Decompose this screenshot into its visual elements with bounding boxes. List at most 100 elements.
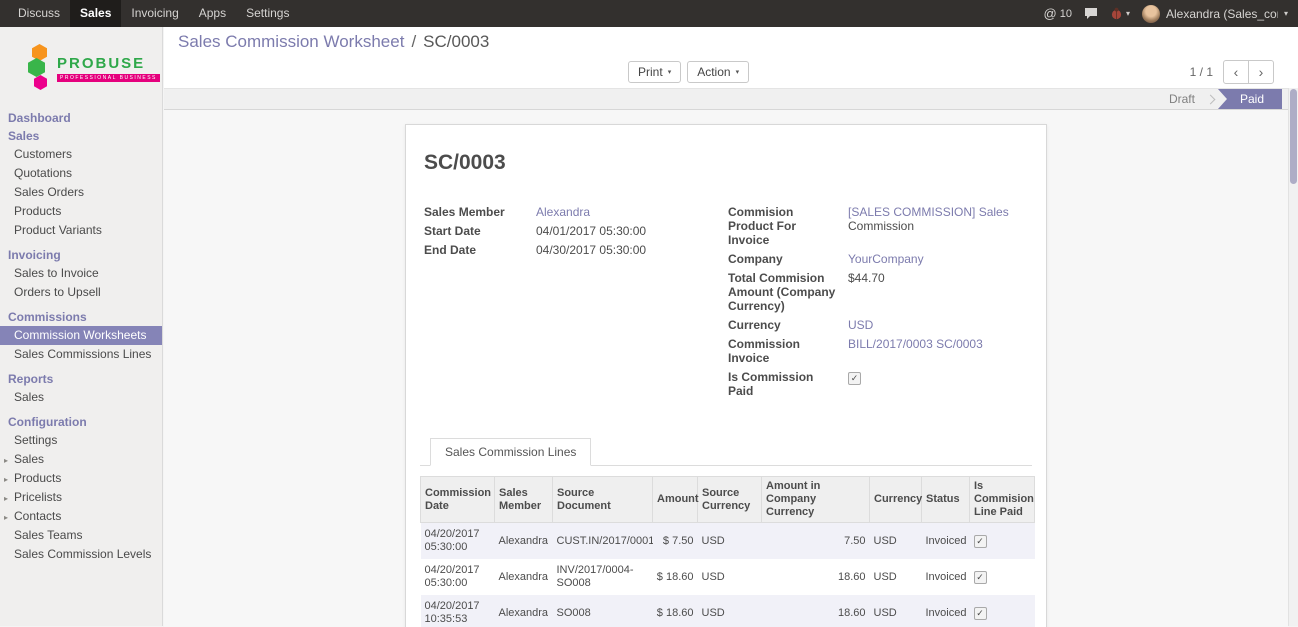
systray-bug-button[interactable]: ▾ [1110, 7, 1130, 20]
logo-hexagons-icon [28, 43, 50, 93]
sidebar-heading-commissions[interactable]: Commissions [0, 308, 162, 326]
logo-subtitle: PROFESSIONAL BUSINESS [57, 74, 160, 82]
mention-icon: @ [1044, 6, 1057, 21]
currency-link[interactable]: USD [848, 318, 873, 332]
company-link[interactable]: YourCompany [848, 252, 924, 266]
is-commission-paid-checkbox[interactable]: ✓ [848, 372, 861, 385]
table-row[interactable]: 04/20/2017 05:30:00 Alexandra INV/2017/0… [421, 559, 1035, 595]
expand-arrow-icon: ▸ [4, 491, 8, 506]
form-sheet: SC/0003 Sales Member Alexandra Start Dat… [405, 124, 1047, 627]
mentions-button[interactable]: @ 10 [1044, 6, 1072, 21]
caret-icon: ▾ [736, 68, 740, 76]
sidebar-item-config-contacts[interactable]: ▸Contacts [0, 507, 162, 526]
expand-arrow-icon: ▸ [4, 453, 8, 468]
sales-member-link[interactable]: Alexandra [536, 205, 590, 219]
menu-discuss[interactable]: Discuss [8, 0, 70, 27]
topbar-spacer [299, 0, 1043, 27]
menu-apps[interactable]: Apps [189, 0, 236, 27]
sidebar-item-settings[interactable]: Settings [0, 431, 162, 450]
field-company: Company YourCompany [728, 252, 1032, 266]
field-commission-invoice: Commission Invoice BILL/2017/0003 SC/000… [728, 337, 1032, 365]
tab-sales-commission-lines[interactable]: Sales Commission Lines [430, 438, 591, 466]
sidebar-item-quotations[interactable]: Quotations [0, 164, 162, 183]
sidebar-nav: Dashboard Sales Customers Quotations Sal… [0, 105, 162, 564]
user-name: Alexandra (Sales_comm... [1166, 7, 1278, 21]
stage-draft[interactable]: Draft [1153, 89, 1211, 109]
field-currency: Currency USD [728, 318, 1032, 332]
control-panel: Print ▾ Action ▾ 1 / 1 ‹ › [164, 57, 1298, 88]
column-header-amount[interactable]: Amount [653, 477, 698, 523]
line-paid-checkbox[interactable]: ✓ [974, 571, 987, 584]
column-header-sales-member[interactable]: Sales Member [495, 477, 553, 523]
sidebar-item-config-sales[interactable]: ▸Sales [0, 450, 162, 469]
sidebar-heading-sales[interactable]: Sales [0, 127, 162, 145]
column-header-status[interactable]: Status [922, 477, 970, 523]
sidebar-item-product-variants[interactable]: Product Variants [0, 221, 162, 240]
line-paid-checkbox[interactable]: ✓ [974, 607, 987, 620]
sidebar-item-reports-sales[interactable]: Sales [0, 388, 162, 407]
sidebar-item-sales-commissions-lines[interactable]: Sales Commissions Lines [0, 345, 162, 364]
expand-arrow-icon: ▸ [4, 472, 8, 487]
field-is-commission-paid: Is Commission Paid ✓ [728, 370, 1032, 398]
breadcrumb-parent-link[interactable]: Sales Commission Worksheet [178, 32, 404, 52]
table-row[interactable]: 04/20/2017 10:35:53 Alexandra SO008 $ 18… [421, 595, 1035, 627]
sidebar-item-products[interactable]: Products [0, 202, 162, 221]
column-header-source-currency[interactable]: Source Currency [698, 477, 762, 523]
app-logo: PROBUSE PROFESSIONAL BUSINESS [0, 27, 162, 105]
sidebar-item-sales-to-invoice[interactable]: Sales to Invoice [0, 264, 162, 283]
sidebar-heading-dashboard[interactable]: Dashboard [0, 109, 162, 127]
pager-counter: 1 / 1 [1190, 65, 1213, 79]
sidebar-item-config-products[interactable]: ▸Products [0, 469, 162, 488]
sidebar-item-sales-commission-levels[interactable]: Sales Commission Levels [0, 545, 162, 564]
breadcrumb-separator: / [411, 32, 416, 52]
sidebar-heading-configuration[interactable]: Configuration [0, 413, 162, 431]
start-date-value: 04/01/2017 05:30:00 [536, 224, 646, 238]
sidebar-item-orders-to-upsell[interactable]: Orders to Upsell [0, 283, 162, 302]
caret-icon: ▾ [1284, 9, 1288, 18]
column-header-line-paid[interactable]: Is Commision Line Paid [970, 477, 1035, 523]
logo-title: PROBUSE [57, 55, 160, 72]
action-button[interactable]: Action ▾ [687, 61, 749, 83]
line-paid-checkbox[interactable]: ✓ [974, 535, 987, 548]
column-header-commission-date[interactable]: Commission Date [421, 477, 495, 523]
end-date-value: 04/30/2017 05:30:00 [536, 243, 646, 257]
column-header-currency[interactable]: Currency [870, 477, 922, 523]
sidebar-item-config-pricelists[interactable]: ▸Pricelists [0, 488, 162, 507]
stage-paid[interactable]: Paid [1218, 89, 1282, 109]
field-total-commission: Total Commision Amount (Company Currency… [728, 271, 1032, 313]
column-header-amount-company-currency[interactable]: Amount in Company Currency [762, 477, 870, 523]
form-view: SC/0003 Sales Member Alexandra Start Dat… [164, 110, 1288, 627]
topbar: Discuss Sales Invoicing Apps Settings @ … [0, 0, 1298, 27]
messages-button[interactable] [1084, 7, 1098, 20]
sidebar-item-sales-teams[interactable]: Sales Teams [0, 526, 162, 545]
menu-invoicing[interactable]: Invoicing [121, 0, 188, 27]
print-button[interactable]: Print ▾ [628, 61, 681, 83]
pager: 1 / 1 ‹ › [1190, 60, 1274, 84]
caret-icon: ▾ [1126, 9, 1130, 18]
sidebar-item-commission-worksheets[interactable]: Commission Worksheets [0, 326, 162, 345]
chat-icon [1084, 7, 1098, 20]
commission-invoice-link[interactable]: BILL/2017/0003 SC/0003 [848, 337, 983, 351]
total-commission-value: $44.70 [848, 271, 885, 285]
scrollbar-thumb[interactable] [1290, 89, 1297, 184]
sidebar-heading-invoicing[interactable]: Invoicing [0, 246, 162, 264]
column-header-source-document[interactable]: Source Document [553, 477, 653, 523]
statusbar: Draft Paid [164, 88, 1298, 110]
record-title: SC/0003 [424, 151, 1032, 175]
pager-next-button[interactable]: › [1248, 60, 1274, 84]
vertical-scrollbar [1288, 88, 1298, 626]
sidebar-item-customers[interactable]: Customers [0, 145, 162, 164]
menu-sales[interactable]: Sales [70, 0, 121, 27]
sidebar-item-sales-orders[interactable]: Sales Orders [0, 183, 162, 202]
pager-previous-button[interactable]: ‹ [1223, 60, 1249, 84]
table-row[interactable]: 04/20/2017 05:30:00 Alexandra CUST.IN/20… [421, 523, 1035, 560]
field-sales-member: Sales Member Alexandra [424, 205, 728, 219]
user-avatar [1142, 5, 1160, 23]
user-menu[interactable]: Alexandra (Sales_comm... ▾ [1142, 5, 1288, 23]
breadcrumb: Sales Commission Worksheet / SC/0003 [164, 27, 1298, 57]
sidebar-heading-reports[interactable]: Reports [0, 370, 162, 388]
field-start-date: Start Date 04/01/2017 05:30:00 [424, 224, 728, 238]
menu-settings[interactable]: Settings [236, 0, 299, 27]
commission-product-link[interactable]: [SALES COMMISSION] Sales [848, 205, 1009, 219]
expand-arrow-icon: ▸ [4, 510, 8, 525]
